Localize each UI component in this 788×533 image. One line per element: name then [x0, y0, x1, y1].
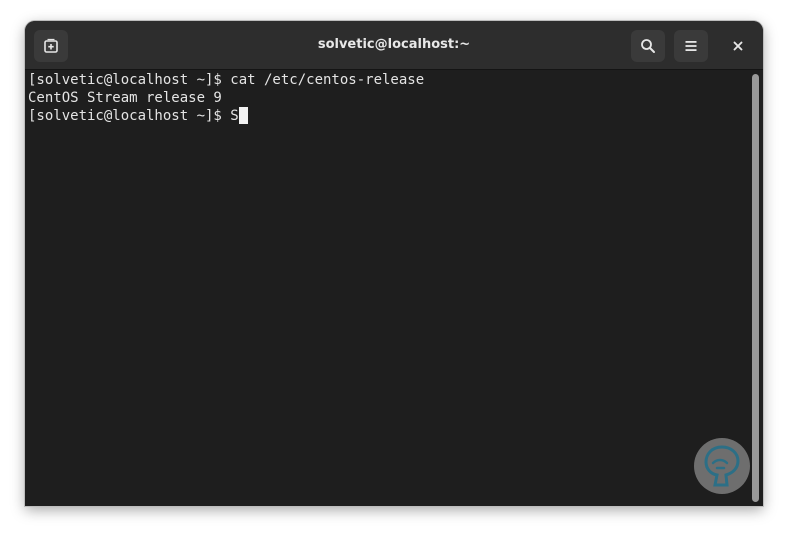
new-tab-button[interactable] [34, 30, 68, 62]
terminal-window: solvetic@localhost:~ [solvetic@localhost… [25, 21, 763, 506]
menu-button[interactable] [674, 30, 708, 62]
search-button[interactable] [631, 30, 665, 62]
terminal-content[interactable]: [solvetic@localhost ~]$ cat /etc/centos-… [25, 70, 747, 506]
terminal-prompt-line: [solvetic@localhost ~]$ S [28, 107, 248, 125]
watermark-logo-icon [694, 438, 750, 494]
scrollbar-thumb[interactable] [752, 74, 759, 502]
header-bar: solvetic@localhost:~ [25, 21, 763, 70]
hamburger-menu-icon [685, 41, 697, 51]
close-button[interactable] [722, 30, 754, 62]
terminal-line: [solvetic@localhost ~]$ cat /etc/centos-… [28, 72, 425, 88]
close-icon [733, 41, 743, 51]
text-cursor [238, 107, 248, 124]
new-tab-icon [44, 38, 58, 53]
search-icon [641, 39, 655, 53]
terminal-line: CentOS Stream release 9 [28, 90, 222, 106]
terminal-line: [solvetic@localhost ~]$ S [28, 108, 239, 124]
